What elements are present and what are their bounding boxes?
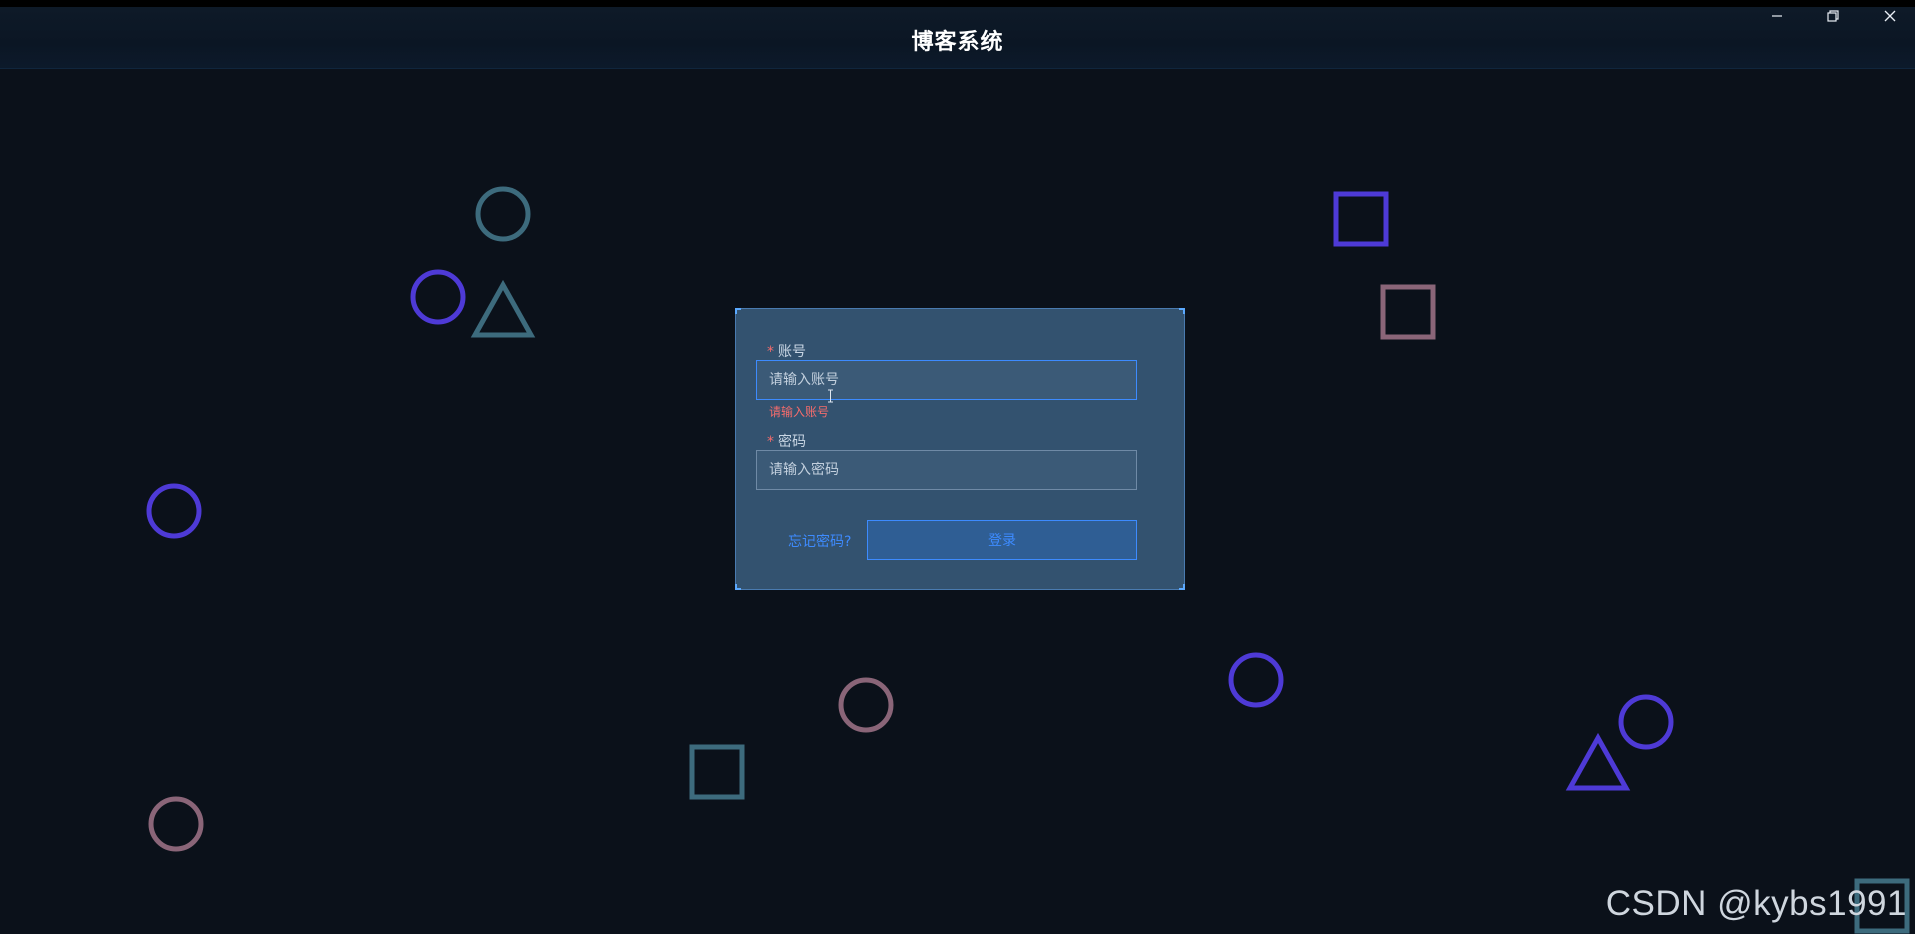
- close-button[interactable]: [1870, 4, 1910, 28]
- required-mark: *: [767, 434, 774, 450]
- background-circle: [146, 483, 202, 539]
- login-form: *账号 请输入账号 *密码 忘记密码? 登录: [735, 308, 1185, 590]
- app-title: 博客系统: [911, 30, 1004, 55]
- card-corner: [735, 308, 741, 314]
- background-square: [689, 744, 745, 800]
- restore-icon: [1827, 10, 1839, 22]
- minimize-icon: [1771, 10, 1783, 22]
- background-square: [1380, 284, 1436, 340]
- background-square: [1333, 191, 1389, 247]
- background-circle: [475, 186, 531, 242]
- card-corner: [735, 584, 741, 590]
- close-icon: [1884, 10, 1896, 22]
- card-corner: [1179, 584, 1185, 590]
- background-circle: [838, 677, 894, 733]
- login-button[interactable]: 登录: [867, 520, 1137, 560]
- watermark: CSDN @kybs1991: [1605, 884, 1907, 923]
- required-mark: *: [767, 344, 774, 360]
- background-circle: [148, 796, 204, 852]
- background-triangle: [1565, 733, 1631, 791]
- forgot-password-link[interactable]: 忘记密码?: [788, 531, 851, 551]
- password-input[interactable]: [756, 450, 1137, 490]
- minimize-button[interactable]: [1757, 4, 1797, 28]
- password-label: * 密码: [767, 434, 806, 450]
- title-bar: 博客系统: [0, 7, 1915, 69]
- background-circle: [1228, 652, 1284, 708]
- account-input[interactable]: [756, 360, 1137, 400]
- account-error: 请输入账号: [769, 405, 830, 419]
- restore-button[interactable]: [1813, 4, 1853, 28]
- window-top-edge: [0, 0, 1915, 7]
- account-label: * 账号: [767, 344, 806, 360]
- text-cursor-icon: [828, 389, 833, 403]
- card-corner: [1179, 308, 1185, 314]
- background-triangle: [470, 280, 536, 338]
- background-circle: [410, 269, 466, 325]
